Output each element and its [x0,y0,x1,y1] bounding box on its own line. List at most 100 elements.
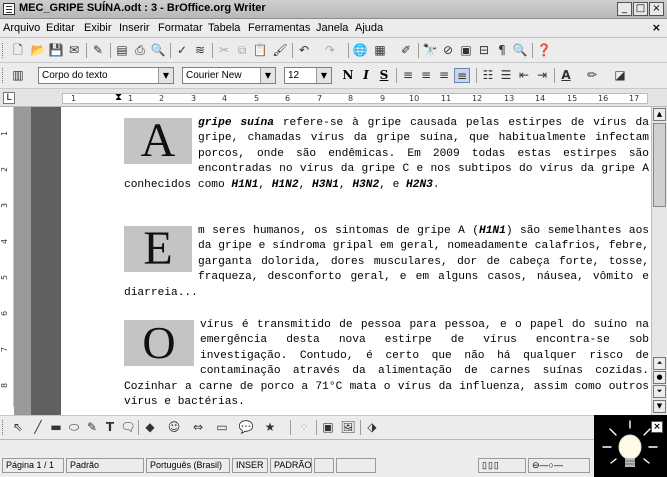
vertical-ruler[interactable]: 1 2 3 4 5 6 7 8 [0,107,14,407]
chevron-down-icon[interactable]: ▼ [260,68,275,83]
close-button[interactable]: × [649,2,664,16]
selection-mode-indicator[interactable]: PADRÃO [270,458,312,473]
spellcheck-icon[interactable]: ✓ [174,43,190,58]
align-right-icon[interactable]: ≡ [436,68,452,83]
navigator-icon[interactable]: ⊘ [440,43,456,58]
basic-shapes-icon[interactable]: ◆ [142,420,158,435]
zoom-icon[interactable]: 🔍 [512,43,528,58]
previous-page-button[interactable]: ⏶ [653,357,666,370]
page-indicator[interactable]: Página 1 / 1 [2,458,64,473]
find-icon[interactable]: 🔭 [422,43,438,58]
datasources-icon[interactable]: ⊟ [476,43,492,58]
underline-button[interactable]: S [376,68,392,83]
menu-arquivo[interactable]: Arquivo [3,22,40,34]
menu-ajuda[interactable]: Ajuda [355,22,383,34]
numbering-icon[interactable]: ☷ [480,68,496,83]
show-draw-functions-icon[interactable]: ✐ [398,43,414,58]
scroll-up-button[interactable]: ▲ [653,108,666,121]
toolbar-grip[interactable] [2,420,5,435]
symbol-shapes-icon[interactable]: ☺ [166,420,182,435]
print-preview-icon[interactable]: 🔍 [150,43,166,58]
page-style-indicator[interactable]: Padrão [66,458,144,473]
maximize-button[interactable]: □ [633,2,648,16]
from-file-icon[interactable]: 🖼 [340,420,356,435]
redo-icon[interactable]: ↷ [322,43,338,58]
ellipse-icon[interactable]: ⬭ [66,420,82,435]
toolbar-grip[interactable] [2,43,5,58]
background-color-icon[interactable]: ◪ [612,68,628,83]
paragraph-3[interactable]: O vírus é transmitido de pessoa para pes… [124,318,649,410]
cut-icon[interactable]: ✂ [216,43,232,58]
save-icon[interactable]: 💾 [48,43,64,58]
paragraph-2[interactable]: Em seres humanos, os sintomas de gripe A… [124,224,649,301]
line-icon[interactable]: ╱ [30,420,46,435]
print-icon[interactable]: ⎙ [132,43,148,58]
gallery-icon[interactable]: ▣ [458,43,474,58]
paragraph-style-combo[interactable]: Corpo do texto ▼ [38,67,174,84]
paste-icon[interactable]: 📋 [252,43,268,58]
table-icon[interactable]: ▦ [372,43,388,58]
writer-app-icon[interactable] [3,3,15,15]
email-icon[interactable]: ✉ [66,43,82,58]
copy-icon[interactable]: ⧉ [234,43,250,58]
navigation-button[interactable]: ● [653,371,666,384]
menu-ferramentas[interactable]: Ferramentas [248,22,310,34]
decrease-indent-icon[interactable]: ⇤ [516,68,532,83]
menu-formatar[interactable]: Formatar [158,22,203,34]
rectangle-icon[interactable]: ▬ [48,420,64,435]
help-agent-close-button[interactable]: × [651,421,663,433]
scroll-thumb[interactable] [653,123,666,207]
align-center-icon[interactable]: ≡ [418,68,434,83]
export-pdf-icon[interactable]: ▤ [114,43,130,58]
scroll-down-button[interactable]: ▼ [653,400,666,413]
document-modified-indicator[interactable] [314,458,334,473]
clone-format-icon[interactable]: 🖌 [272,43,288,58]
ruler-band[interactable]: 1 1 2 3 4 5 6 7 8 9 10 11 12 13 14 15 16… [62,92,648,104]
toolbar-grip[interactable] [2,68,5,83]
block-arrows-icon[interactable]: ⇔ [190,420,206,435]
flowchart-icon[interactable]: ▭ [214,420,230,435]
next-page-button[interactable]: ⏷ [653,385,666,398]
menu-inserir[interactable]: Inserir [119,22,150,34]
menu-janela[interactable]: Janela [316,22,348,34]
highlighting-icon[interactable]: ✏ [584,68,600,83]
hyperlink-icon[interactable]: 🌐 [352,43,368,58]
bold-button[interactable]: N [340,68,356,83]
chevron-down-icon[interactable]: ▼ [158,68,173,83]
nonprinting-characters-icon[interactable]: ¶ [494,43,510,58]
document-close-button[interactable]: × [652,21,661,34]
vertical-scrollbar[interactable]: ▲ ⏶ ● ⏷ ▼ [651,107,667,415]
language-indicator[interactable]: Português (Brasil) [146,458,230,473]
autospell-icon[interactable]: ≋ [192,43,208,58]
menu-editar[interactable]: Editar [46,22,75,34]
minimize-button[interactable]: _ [617,2,632,16]
open-icon[interactable]: 📂 [30,43,46,58]
freeform-icon[interactable]: ✎ [84,420,100,435]
extrusion-icon[interactable]: ⬗ [364,420,380,435]
undo-icon[interactable]: ↶ [296,43,312,58]
callout-icon[interactable]: 🗨 [120,420,136,435]
font-color-icon[interactable]: A [558,68,574,83]
points-icon[interactable]: ⁘ [296,420,312,435]
zoom-slider[interactable]: ⊖—○— [528,458,590,473]
justify-icon[interactable]: ≡ [454,68,470,83]
select-icon[interactable]: ⇖ [10,420,26,435]
chevron-down-icon[interactable]: ▼ [316,68,331,83]
view-layout-buttons[interactable]: ▯▯▯ [478,458,526,473]
bullets-icon[interactable]: ☰ [498,68,514,83]
indent-marker[interactable]: ⧗ [115,92,122,103]
fontwork-gallery-icon[interactable]: ▣ [320,420,336,435]
styles-formatting-icon[interactable]: ▥ [10,68,26,83]
callouts-icon[interactable]: 💬 [238,420,254,435]
menu-exibir[interactable]: Exibir [84,22,112,34]
horizontal-ruler[interactable]: L 1 1 2 3 4 5 6 7 8 9 10 11 12 13 14 15 … [0,89,667,107]
help-icon[interactable]: ❓ [536,43,552,58]
font-size-combo[interactable]: 12 ▼ [284,67,332,84]
italic-button[interactable]: I [358,68,374,83]
align-left-icon[interactable]: ≡ [400,68,416,83]
edit-file-icon[interactable]: ✎ [90,43,106,58]
stars-icon[interactable]: ★ [262,420,278,435]
insert-mode-indicator[interactable]: INSER [232,458,268,473]
new-icon[interactable]: 🗋 [10,43,26,58]
signature-indicator[interactable] [336,458,376,473]
